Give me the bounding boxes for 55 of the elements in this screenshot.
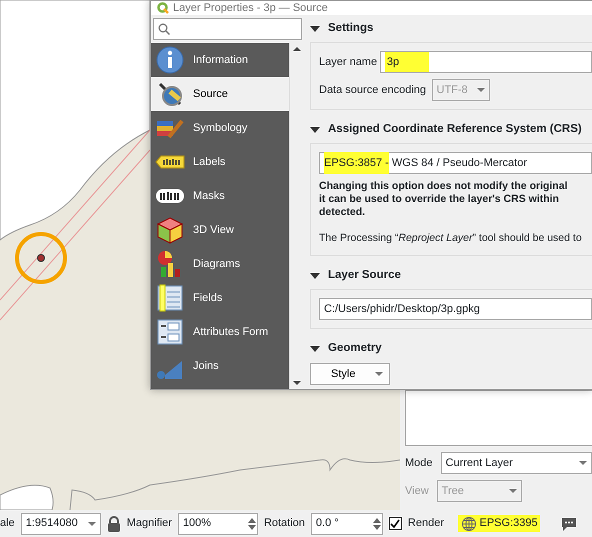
field-label: Data source encoding (319, 82, 426, 98)
point-marker (37, 254, 45, 262)
sidebar-item[interactable]: Attributes Form (151, 315, 289, 349)
mode-dropdown[interactable]: Current Layer (440, 452, 592, 474)
magnifier-spinbox[interactable]: 100% (178, 512, 258, 534)
sidebar-item[interactable]: Labels (151, 145, 289, 179)
note-text: The Processing “Reproject Layer” tool should be used to (319, 231, 583, 246)
cube-icon (155, 215, 185, 245)
style-dropdown-button[interactable]: Style (310, 363, 390, 385)
crs-dropdown[interactable]: EPSG:3857 - WGS 84 / Pseudo-Mercator (319, 152, 592, 174)
source-path-field[interactable]: C:/Users/phidr/Desktop/3p.gpkg (319, 298, 592, 320)
scale-label: ale (0, 516, 15, 532)
lock-icon[interactable] (106, 516, 121, 532)
field-label: Layer name (319, 54, 378, 70)
sidebar-item[interactable]: Symbology (151, 111, 289, 145)
magnifier-label: Magnifier (126, 516, 172, 532)
sidebar-item[interactable]: Masks (151, 179, 289, 213)
sidebar-item[interactable]: Diagrams (151, 247, 289, 281)
sidebar-item[interactable]: Fields (151, 281, 289, 315)
rotation-label: Rotation (264, 516, 305, 532)
search-icon (158, 23, 170, 35)
circle-annotation (15, 232, 67, 284)
sidebar-item[interactable]: Information (151, 43, 289, 77)
sea-area (0, 484, 54, 510)
window-title: Layer Properties - 3p — Source (173, 0, 328, 16)
search-field[interactable] (153, 18, 302, 40)
warning-text: Changing this option does not modify the original it can be used to override the layer's CRS within detected. (319, 180, 568, 219)
section-toggle-icon[interactable] (310, 346, 320, 352)
info-icon (155, 45, 185, 75)
render-label: Render (408, 516, 444, 532)
section-title: Layer Source (328, 268, 401, 284)
sidebar-item[interactable]: Joins (151, 349, 289, 383)
scale-dropdown[interactable]: 1:9514080 (20, 512, 101, 534)
form-icon (155, 317, 185, 347)
view-label: View (405, 484, 429, 499)
globe-icon (460, 516, 477, 532)
sidebar-item[interactable]: 3D View (151, 213, 289, 247)
message-icon[interactable] (560, 516, 578, 532)
scrollbar[interactable] (289, 43, 304, 389)
spin-arrows-icon[interactable] (246, 516, 257, 532)
section-title: Settings (328, 21, 374, 36)
section-toggle-icon[interactable] (310, 127, 320, 133)
section-toggle-icon[interactable] (310, 26, 320, 32)
spin-arrows-icon[interactable] (372, 516, 382, 532)
section-toggle-icon[interactable] (310, 272, 320, 279)
section-title: Assigned Coordinate Reference System (CRS) (328, 122, 582, 138)
crs-status-button[interactable]: EPSG:3395 (458, 515, 540, 532)
section-title: Geometry (328, 341, 382, 356)
mode-label: Mode (405, 456, 433, 471)
layer-name-field[interactable]: 3p (380, 51, 592, 73)
render-checkbox[interactable] (388, 517, 402, 530)
sidebar-item[interactable]: Source (151, 77, 289, 111)
table-columns-icon (155, 283, 185, 313)
app-logo-icon (157, 2, 169, 14)
rotation-spinbox[interactable]: 0.0 ° (310, 512, 383, 534)
